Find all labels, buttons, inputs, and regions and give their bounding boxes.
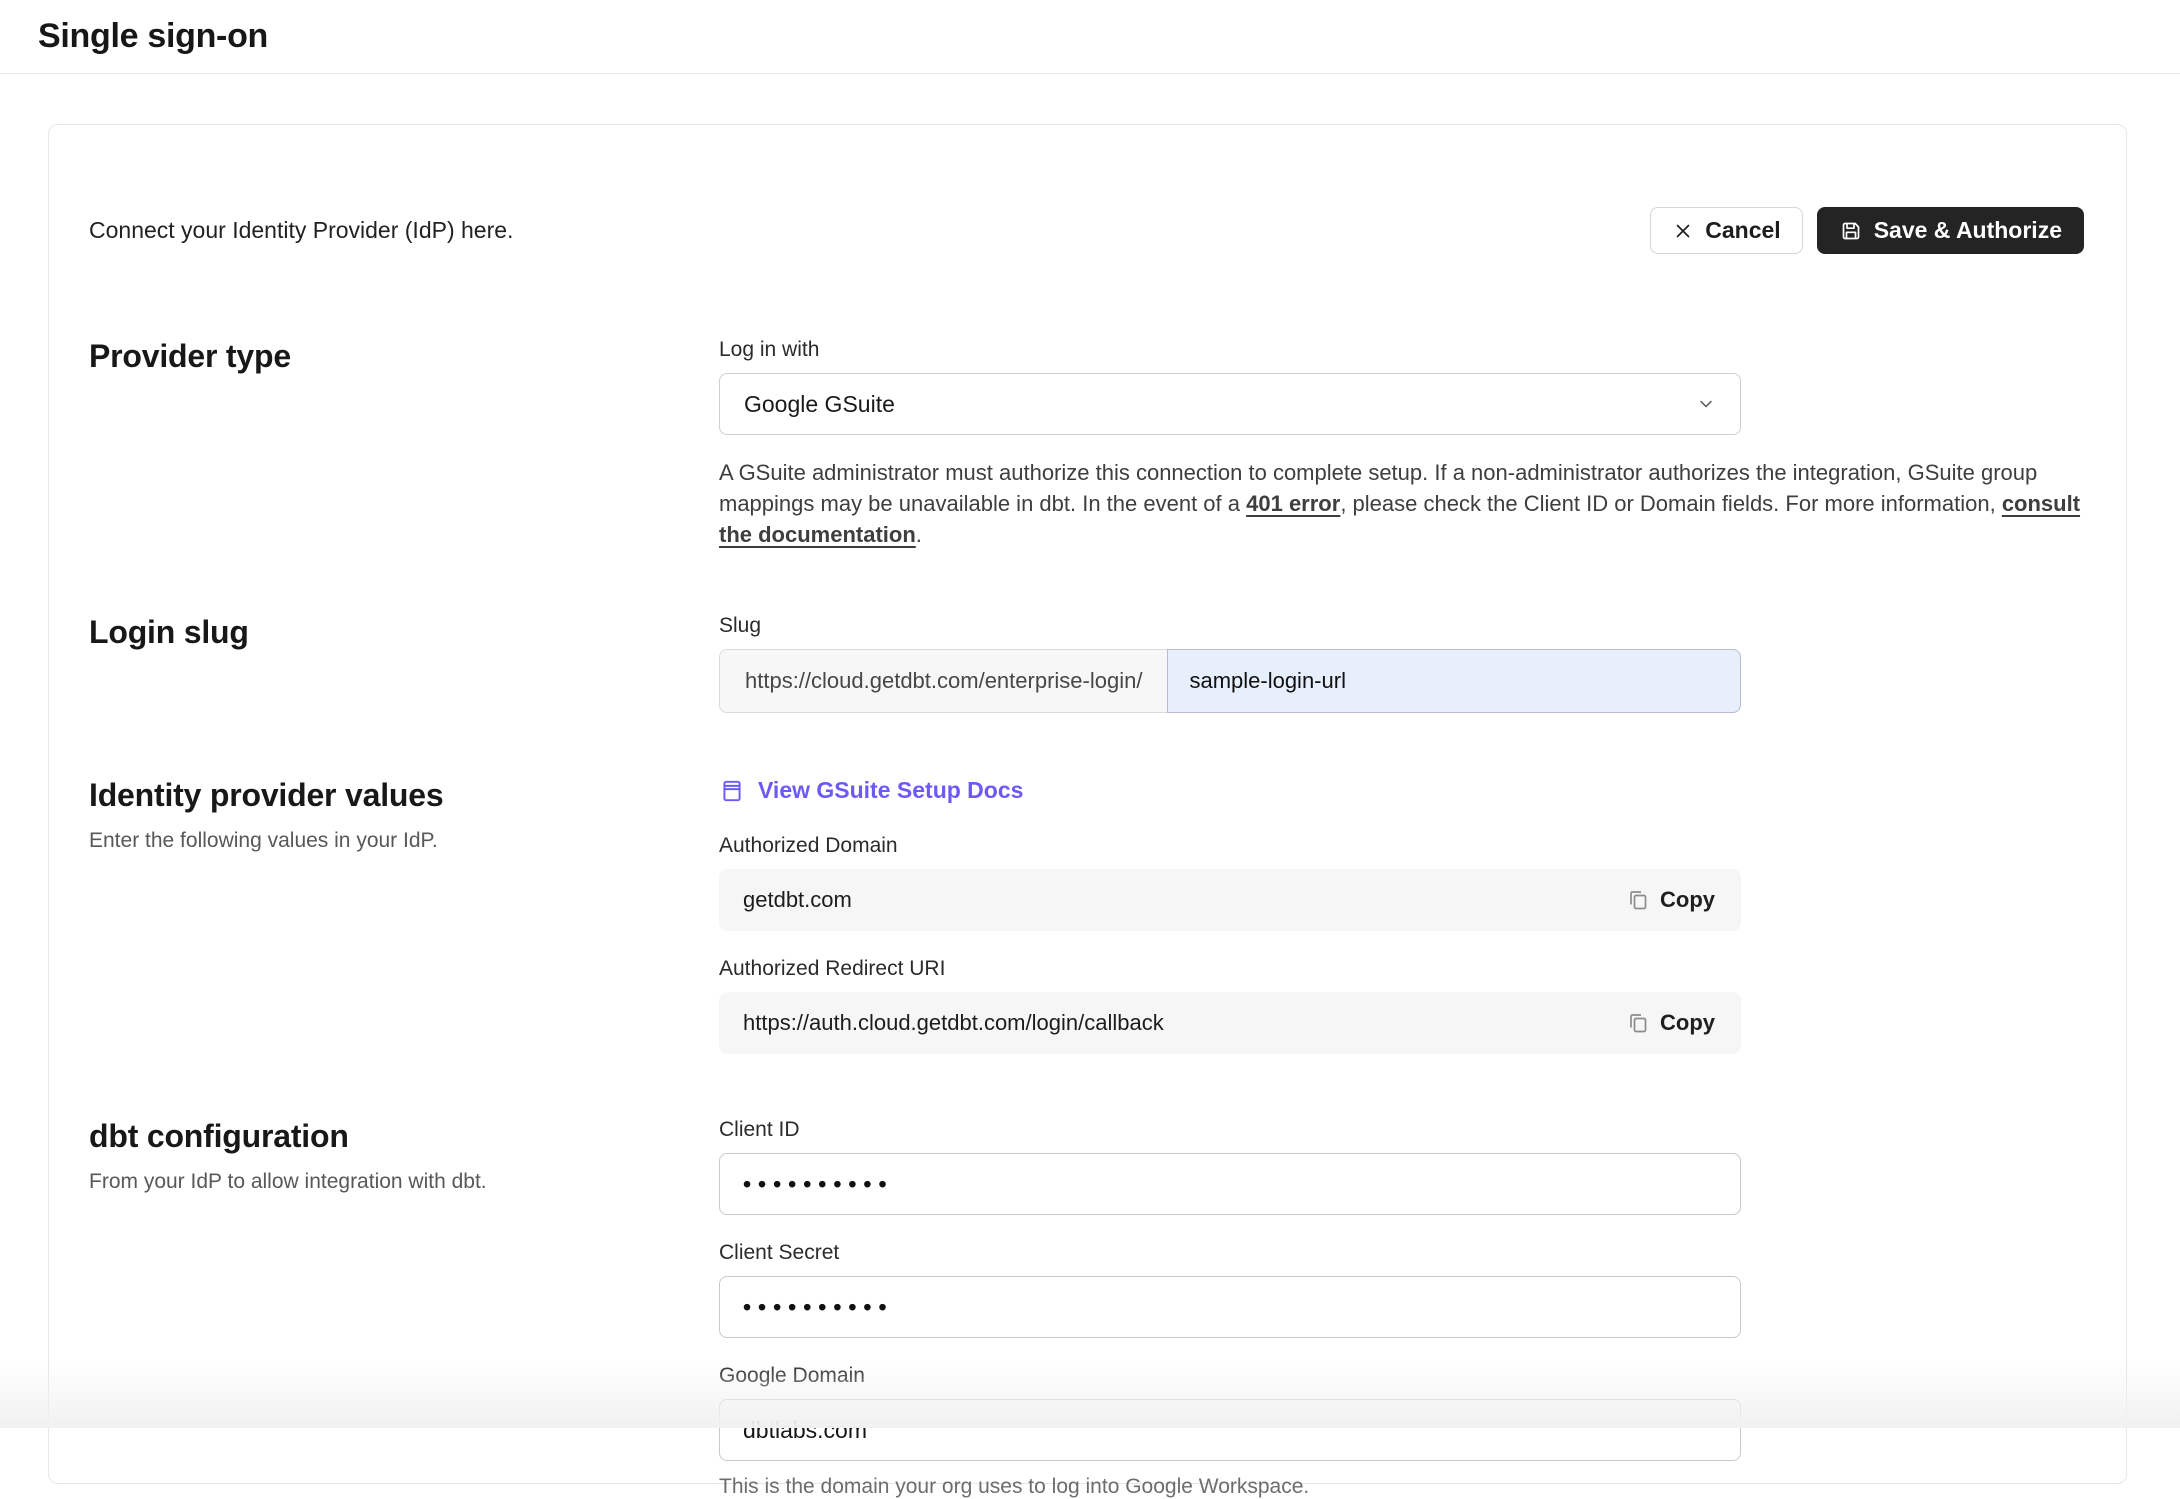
client-id-label: Client ID xyxy=(719,1118,2084,1142)
authorized-domain-field: getdbt.com Copy xyxy=(719,869,1741,931)
link-401-error[interactable]: 401 error xyxy=(1246,491,1340,516)
dbt-configuration-heading: dbt configuration xyxy=(89,1118,719,1155)
description-text: . xyxy=(916,522,922,547)
client-id-group: Client ID xyxy=(719,1118,2084,1215)
slug-label: Slug xyxy=(719,614,2084,638)
google-domain-help-text: This is the domain your org uses to log … xyxy=(719,1475,2084,1499)
redirect-uri-value: https://auth.cloud.getdbt.com/login/call… xyxy=(743,1010,1164,1036)
section-dbt-configuration: dbt configuration From your IdP to allow… xyxy=(89,1118,2084,1499)
save-authorize-button-label: Save & Authorize xyxy=(1874,219,2062,242)
section-provider-type: Provider type Log in with Google GSuite … xyxy=(89,338,2084,550)
provider-select[interactable]: Google GSuite xyxy=(719,373,1741,435)
idp-values-heading: Identity provider values xyxy=(89,777,719,814)
google-domain-field[interactable] xyxy=(719,1399,1741,1461)
client-id-field[interactable] xyxy=(719,1153,1741,1215)
view-gsuite-setup-docs-link[interactable]: View GSuite Setup Docs xyxy=(719,777,1023,804)
client-secret-label: Client Secret xyxy=(719,1241,2084,1265)
page-title: Single sign-on xyxy=(38,17,268,56)
redirect-uri-field: https://auth.cloud.getdbt.com/login/call… xyxy=(719,992,1741,1054)
intro-text: Connect your Identity Provider (IdP) her… xyxy=(89,217,513,244)
book-icon xyxy=(719,778,745,804)
authorized-domain-group: Authorized Domain getdbt.com Copy xyxy=(719,834,2084,931)
chevron-down-icon xyxy=(1696,394,1716,414)
section-login-slug: Login slug Slug https://cloud.getdbt.com… xyxy=(89,614,2084,713)
action-buttons: Cancel Save & Authorize xyxy=(1650,207,2084,254)
description-text: , please check the Client ID or Domain f… xyxy=(1340,491,2002,516)
copy-button-label: Copy xyxy=(1660,887,1715,913)
slug-url-prefix: https://cloud.getdbt.com/enterprise-logi… xyxy=(719,649,1167,713)
copy-authorized-domain-button[interactable]: Copy xyxy=(1616,879,1725,921)
cancel-button[interactable]: Cancel xyxy=(1650,207,1802,254)
copy-redirect-uri-button[interactable]: Copy xyxy=(1616,1002,1725,1044)
slug-input-group: https://cloud.getdbt.com/enterprise-logi… xyxy=(719,649,1741,713)
copy-button-label: Copy xyxy=(1660,1010,1715,1036)
authorized-domain-value: getdbt.com xyxy=(743,887,852,913)
provider-description: A GSuite administrator must authorize th… xyxy=(719,457,2084,550)
login-slug-heading: Login slug xyxy=(89,614,719,651)
save-authorize-button[interactable]: Save & Authorize xyxy=(1817,207,2084,254)
provider-type-heading: Provider type xyxy=(89,338,719,375)
google-domain-label: Google Domain xyxy=(719,1364,2084,1388)
redirect-uri-label: Authorized Redirect URI xyxy=(719,957,2084,981)
client-secret-group: Client Secret xyxy=(719,1241,2084,1338)
client-secret-field[interactable] xyxy=(719,1276,1741,1338)
slug-input[interactable] xyxy=(1167,649,1741,713)
copy-icon xyxy=(1626,888,1650,912)
cancel-button-label: Cancel xyxy=(1705,219,1780,242)
sso-settings-card: Connect your Identity Provider (IdP) her… xyxy=(48,124,2127,1484)
authorized-domain-label: Authorized Domain xyxy=(719,834,2084,858)
google-domain-group: Google Domain This is the domain your or… xyxy=(719,1364,2084,1499)
save-icon xyxy=(1839,219,1863,243)
copy-icon xyxy=(1626,1011,1650,1035)
login-with-label: Log in with xyxy=(719,338,2084,362)
provider-select-value: Google GSuite xyxy=(744,391,895,418)
redirect-uri-group: Authorized Redirect URI https://auth.clo… xyxy=(719,957,2084,1054)
close-icon xyxy=(1672,220,1694,242)
page-header: Single sign-on xyxy=(0,0,2180,74)
docs-link-label: View GSuite Setup Docs xyxy=(758,777,1023,804)
dbt-configuration-subtext: From your IdP to allow integration with … xyxy=(89,1170,719,1194)
card-header-row: Connect your Identity Provider (IdP) her… xyxy=(89,207,2084,254)
idp-values-subtext: Enter the following values in your IdP. xyxy=(89,829,719,853)
section-idp-values: Identity provider values Enter the follo… xyxy=(89,777,2084,1054)
main-content: Connect your Identity Provider (IdP) her… xyxy=(0,124,2180,1484)
